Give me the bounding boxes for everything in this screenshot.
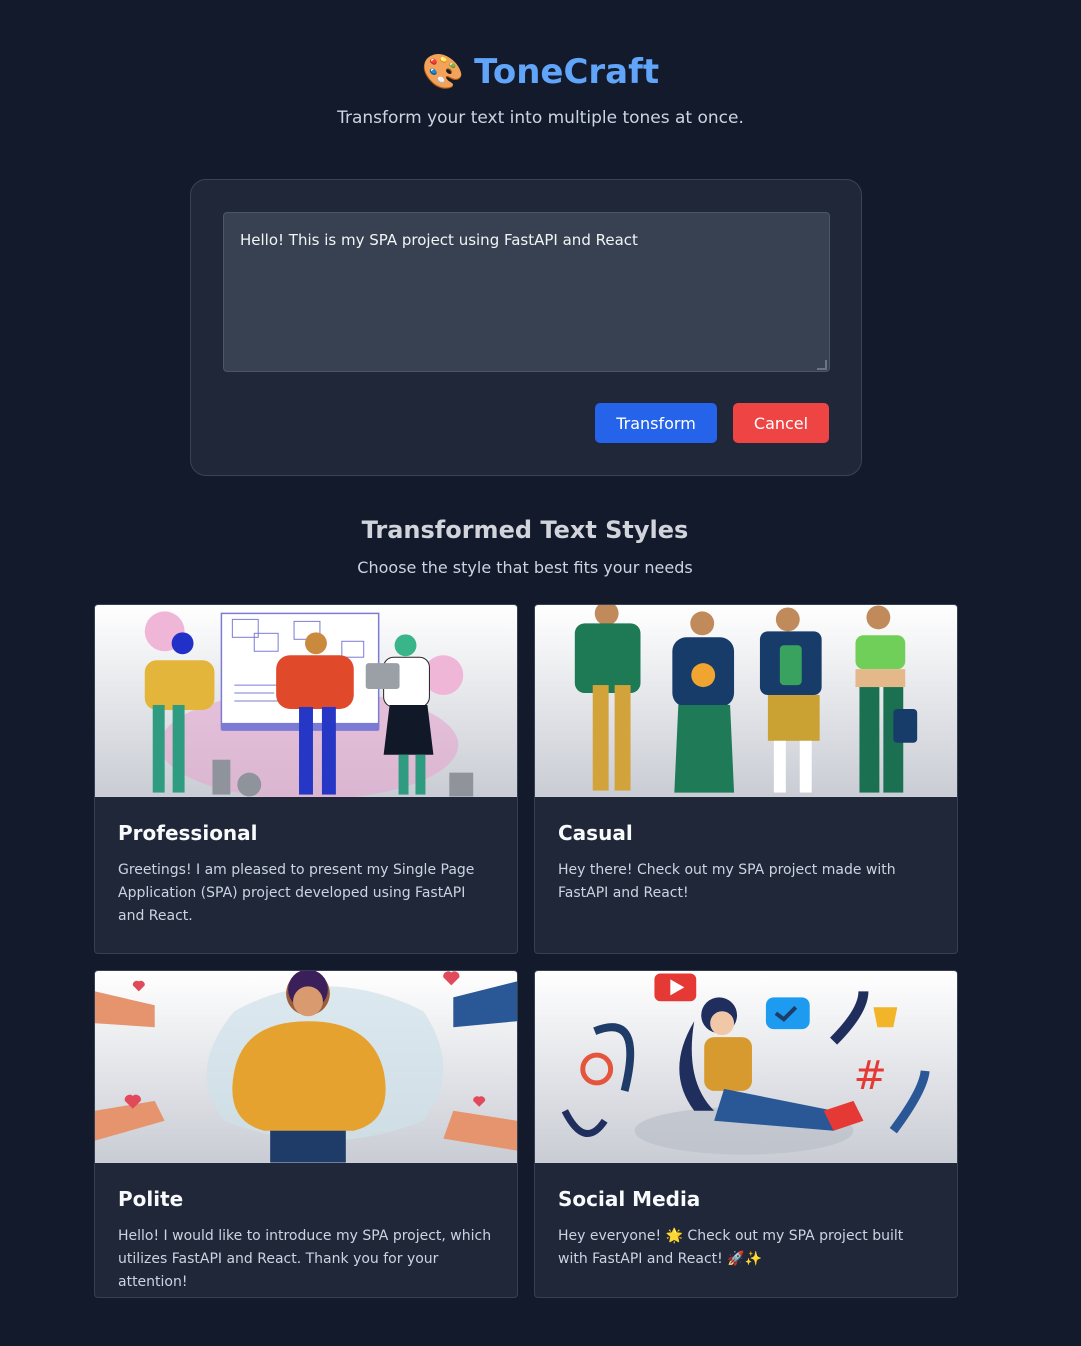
- card-title: Casual: [558, 821, 633, 845]
- resize-handle[interactable]: [817, 360, 827, 370]
- svg-text:#: #: [853, 1053, 886, 1099]
- card-body: Professional Greetings! I am pleased to …: [95, 797, 517, 952]
- cancel-button[interactable]: Cancel: [733, 403, 829, 443]
- input-card: Hello! This is my SPA project using Fast…: [190, 179, 862, 476]
- card-body: Social Media Hey everyone! 🌟 Check out m…: [535, 1163, 957, 1295]
- polite-illustration: [95, 971, 517, 1163]
- app-subtitle: Transform your text into multiple tones …: [337, 108, 744, 128]
- card-text: Hello! I would like to introduce my SPA …: [118, 1228, 492, 1290]
- style-card-social-media[interactable]: # Social Media Hey everyone! 🌟 Check out…: [534, 970, 958, 1298]
- professional-illustration: [95, 605, 517, 797]
- transform-button[interactable]: Transform: [595, 403, 717, 443]
- card-title: Polite: [118, 1187, 184, 1211]
- card-body: Polite Hello! I would like to introduce …: [95, 1163, 517, 1297]
- style-card-professional[interactable]: Professional Greetings! I am pleased to …: [94, 604, 518, 954]
- card-title: Social Media: [558, 1187, 701, 1211]
- card-text: Hey there! Check out my SPA project made…: [558, 862, 896, 901]
- style-card-polite[interactable]: Polite Hello! I would like to introduce …: [94, 970, 518, 1298]
- results-header: Transformed Text Styles Choose the style…: [0, 516, 1050, 577]
- card-text: Hey everyone! 🌟 Check out my SPA project…: [558, 1228, 904, 1267]
- results-title: Transformed Text Styles: [361, 516, 689, 544]
- palette-icon: 🎨: [421, 52, 465, 92]
- card-body: Casual Hey there! Check out my SPA proje…: [535, 797, 957, 929]
- app-title: 🎨 ToneCraft: [422, 52, 659, 92]
- card-text: Greetings! I am pleased to present my Si…: [118, 862, 475, 924]
- social-media-illustration: #: [535, 971, 957, 1163]
- text-input[interactable]: Hello! This is my SPA project using Fast…: [223, 212, 830, 372]
- app-title-text: ToneCraft: [474, 52, 660, 92]
- results-subtitle: Choose the style that best fits your nee…: [357, 558, 693, 577]
- casual-illustration: [535, 605, 957, 797]
- style-card-casual[interactable]: Casual Hey there! Check out my SPA proje…: [534, 604, 958, 954]
- header: 🎨 ToneCraft Transform your text into mul…: [0, 0, 1081, 128]
- card-title: Professional: [118, 821, 258, 845]
